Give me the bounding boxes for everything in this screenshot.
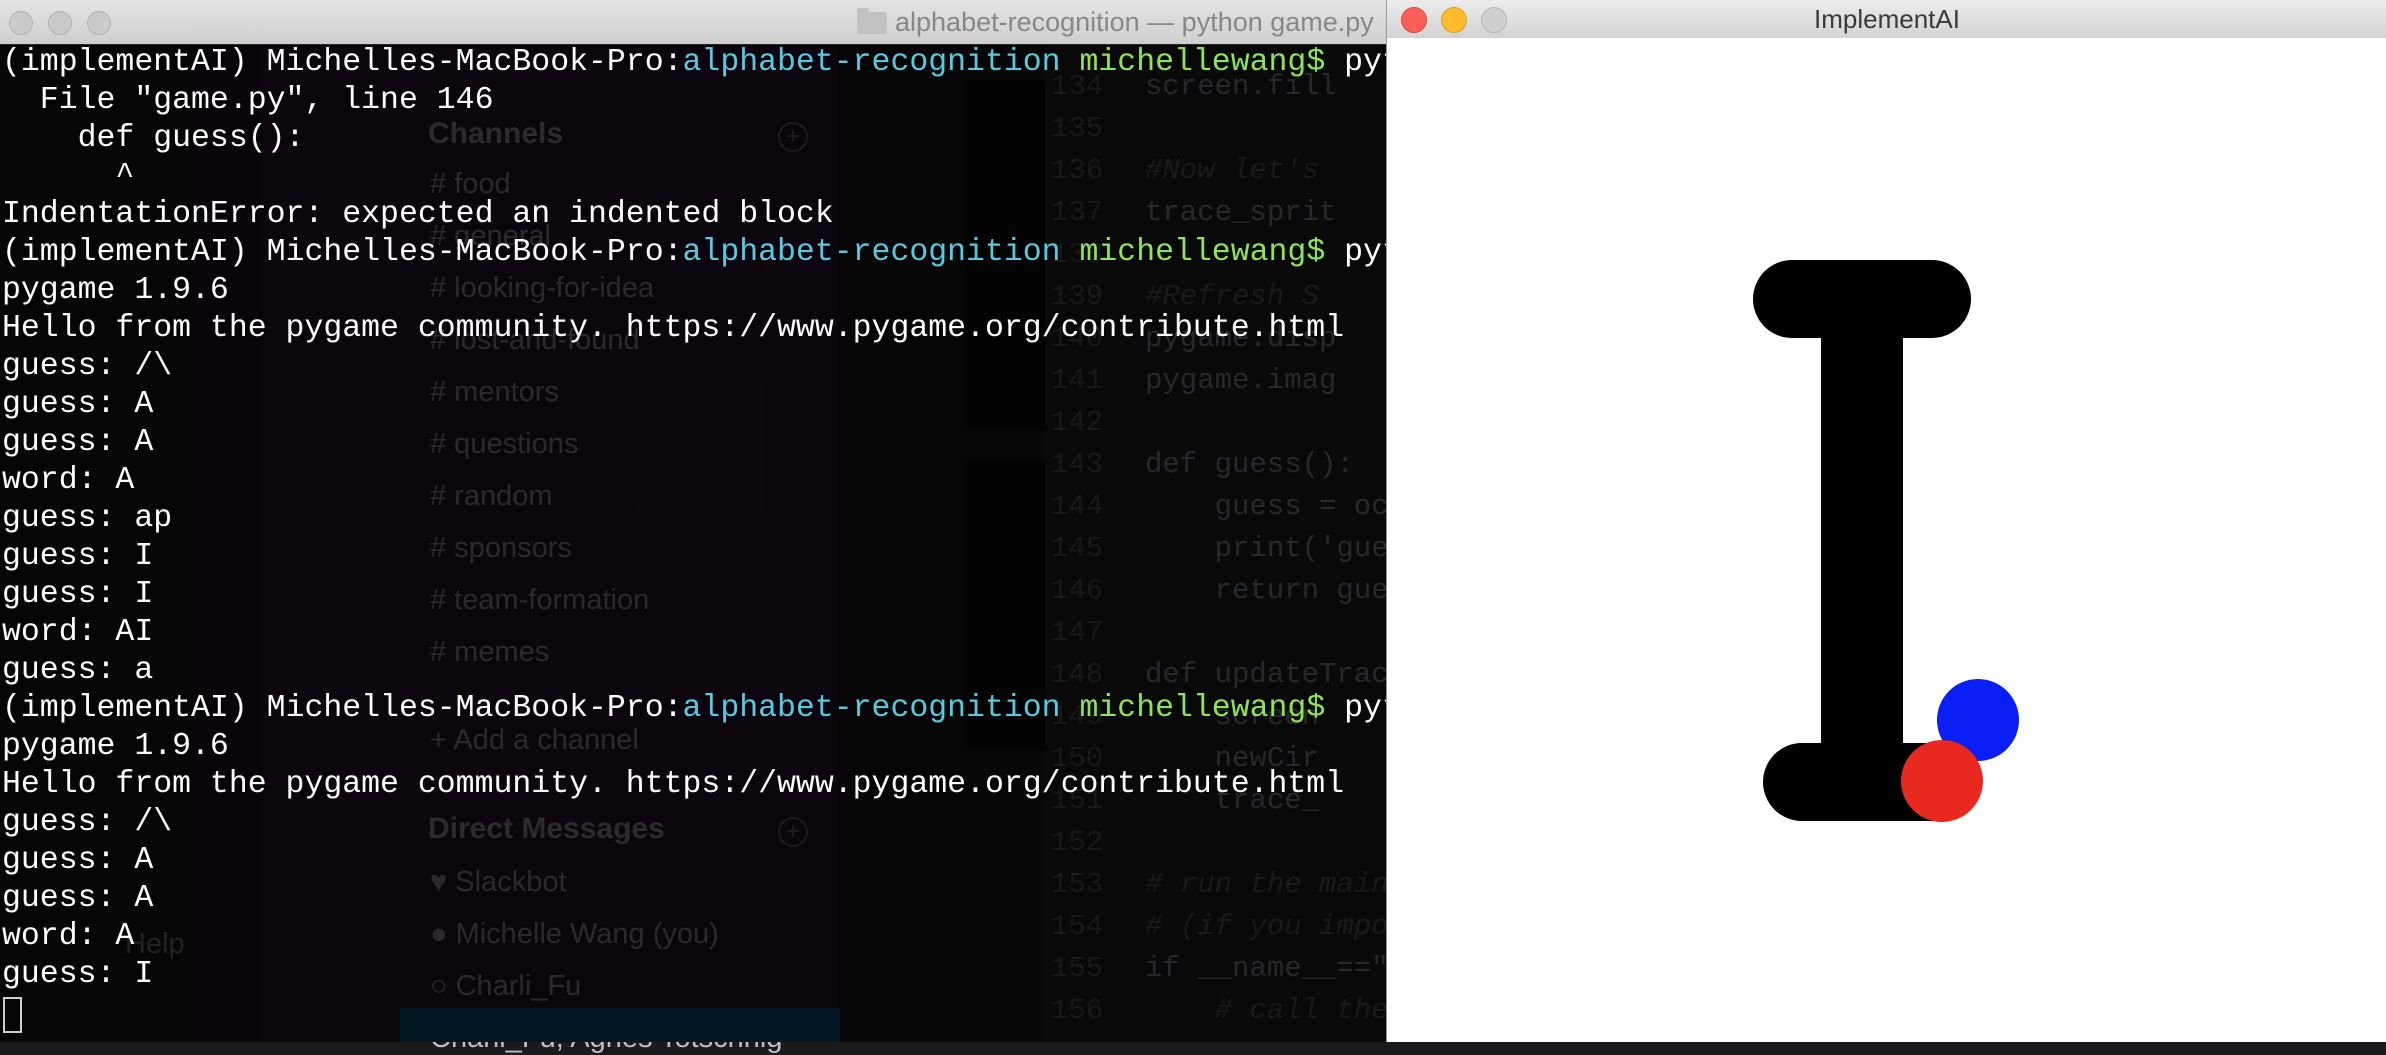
terminal-output-line: guess: I xyxy=(2,957,154,992)
terminal-output-line: Hello from the pygame community. https:/… xyxy=(2,311,1345,346)
game-titlebar[interactable]: ImplementAI xyxy=(1387,0,2386,39)
letter-stem xyxy=(1821,318,1903,773)
game-window: ImplementAI xyxy=(1386,0,2386,1042)
terminal-output-line: word: A xyxy=(2,919,135,954)
prompt-directory: alphabet-recognition xyxy=(682,691,1061,726)
terminal-output-line: Hello from the pygame community. https:/… xyxy=(2,767,1345,802)
terminal-output[interactable]: (implementAI) Michelles-MacBook-Pro:alph… xyxy=(0,44,1458,1042)
terminal-output-line: pygame 1.9.6 xyxy=(2,729,229,764)
terminal-output-line: guess: ap xyxy=(2,501,173,536)
close-button[interactable] xyxy=(9,11,33,35)
terminal-prompt-line: (implementAI) Michelles-MacBook-Pro:alph… xyxy=(2,690,1458,728)
terminal-output-line: guess: A xyxy=(2,881,154,916)
terminal-output-line: pygame 1.9.6 xyxy=(2,273,229,308)
prompt-user: michellewang$ xyxy=(1060,45,1326,80)
terminal-titlebar[interactable]: alphabet-recognition — python game.py xyxy=(0,0,1386,45)
terminal-output-line: guess: I xyxy=(2,577,154,612)
prompt-directory: alphabet-recognition xyxy=(682,45,1061,80)
prompt-host: (implementAI) Michelles-MacBook-Pro: xyxy=(2,45,683,80)
prompt-user: michellewang$ xyxy=(1060,235,1326,270)
terminal-output-line: ^ xyxy=(2,159,135,194)
minimize-button[interactable] xyxy=(48,11,72,35)
drawing-canvas[interactable] xyxy=(1387,38,2386,1042)
terminal-output-line: guess: A xyxy=(2,425,154,460)
zoom-button[interactable] xyxy=(87,11,111,35)
prompt-host: (implementAI) Michelles-MacBook-Pro: xyxy=(2,691,683,726)
terminal-output-line: File "game.py", line 146 xyxy=(2,83,494,118)
prompt-host: (implementAI) Michelles-MacBook-Pro: xyxy=(2,235,683,270)
folder-icon xyxy=(857,8,887,34)
terminal-output-line: guess: /\ xyxy=(2,805,173,840)
red-cursor-dot xyxy=(1901,740,1983,822)
terminal-output-line: guess: a xyxy=(2,653,154,688)
terminal-output-line: guess: A xyxy=(2,843,154,878)
terminal-cursor xyxy=(3,997,22,1033)
prompt-directory: alphabet-recognition xyxy=(682,235,1061,270)
game-window-title: ImplementAI xyxy=(1814,4,1960,34)
terminal-prompt-line: (implementAI) Michelles-MacBook-Pro:alph… xyxy=(2,234,1458,272)
terminal-output-line: guess: A xyxy=(2,387,154,422)
terminal-output-line: def guess(): xyxy=(2,121,305,156)
terminal-prompt-line: (implementAI) Michelles-MacBook-Pro:alph… xyxy=(2,44,1458,82)
terminal-output-line: guess: I xyxy=(2,539,154,574)
terminal-output-line: word: AI xyxy=(2,615,154,650)
terminal-output-line: word: A xyxy=(2,463,135,498)
terminal-output-line: guess: /\ xyxy=(2,349,173,384)
terminal-window-title: alphabet-recognition — python game.py xyxy=(895,7,1374,37)
terminal-output-line: IndentationError: expected an indented b… xyxy=(2,197,834,232)
prompt-user: michellewang$ xyxy=(1060,691,1326,726)
